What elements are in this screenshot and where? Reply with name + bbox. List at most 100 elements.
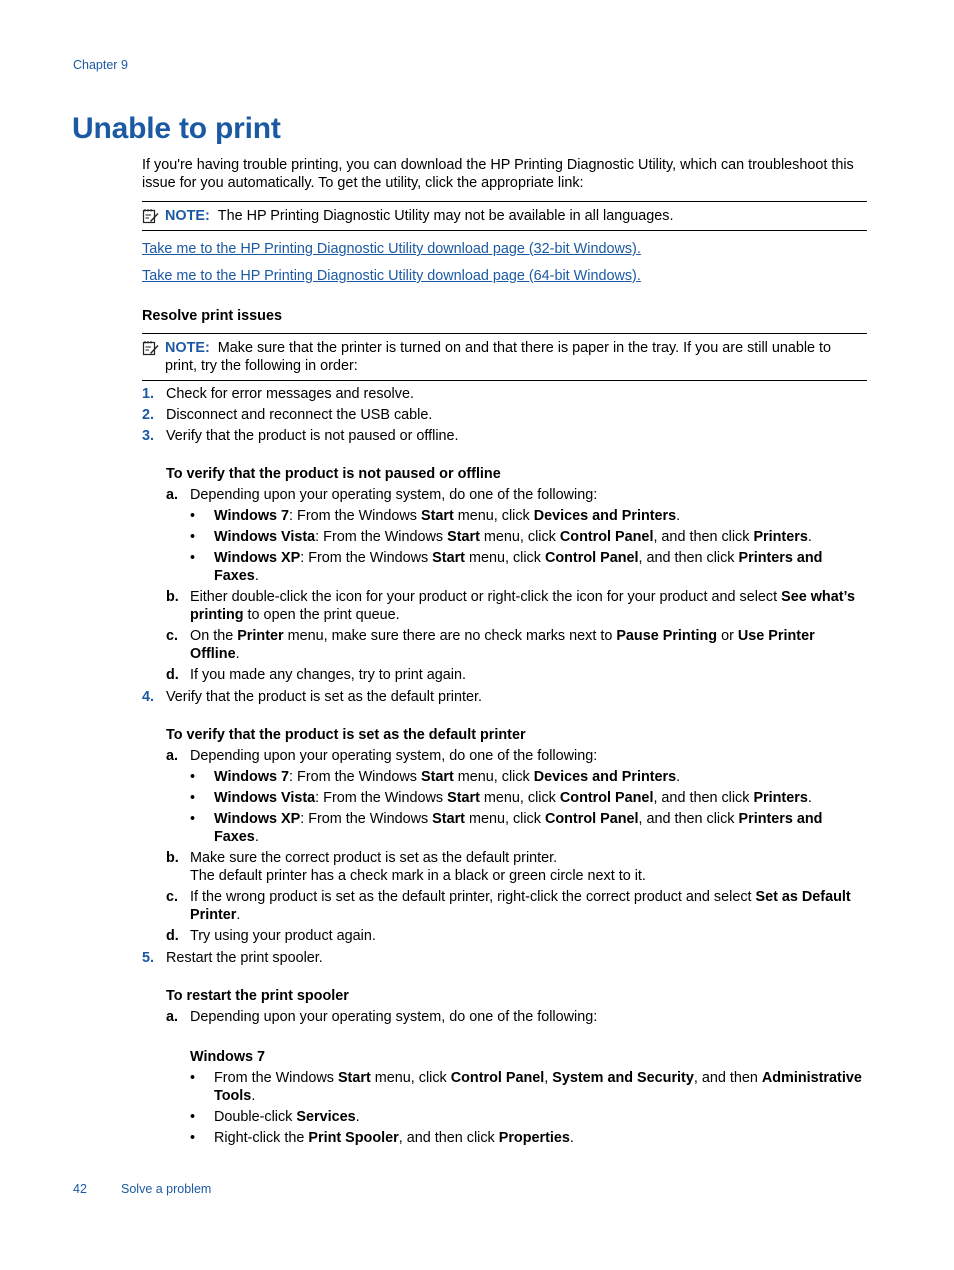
text-run: From the Windows (214, 1070, 338, 1086)
bold-term: Control Panel (450, 1070, 545, 1086)
bullet-item: • From the Windows Start menu, click Cont… (190, 1069, 867, 1105)
note-box: NOTE: Make sure that the printer is turne… (142, 333, 867, 381)
text-run: . (569, 1130, 574, 1146)
bold-term: Windows Vista (214, 529, 316, 545)
text-run: Double-click (214, 1109, 297, 1125)
procedure-heading: To verify that the product is not paused… (166, 466, 501, 482)
bold-term: Devices and Printers (533, 769, 677, 785)
step-item: 2. Disconnect and reconnect the USB cable… (142, 406, 867, 424)
procedure-default-printer: To verify that the product is set as the… (166, 726, 867, 945)
text-run: , and then click (638, 550, 739, 566)
text-run: , and then click (638, 811, 739, 827)
substep-letter: a. (166, 1009, 179, 1025)
text-run: : From the Windows (300, 811, 433, 827)
text-run: . (251, 1088, 256, 1104)
text-run: menu, click (370, 1070, 451, 1086)
download-link-32bit[interactable]: Take me to the HP Printing Diagnostic Ut… (142, 240, 867, 258)
note-icon (142, 209, 159, 224)
text-run: . (235, 646, 240, 662)
text-run: : From the Windows (315, 790, 448, 806)
step-text: Verify that the product is not paused or… (166, 428, 459, 444)
procedure-restart-spooler: To restart the print spooler a. Depending… (166, 987, 867, 1147)
bold-term: Services (296, 1109, 356, 1125)
bold-term: Control Panel (544, 811, 639, 827)
substep-c: c. On the Printer menu, make sure there a… (166, 627, 867, 663)
bold-term: Control Panel (559, 790, 654, 806)
bold-term: Printer (237, 628, 284, 644)
procedure-heading: To restart the print spooler (166, 988, 349, 1004)
os-bullet-list: • Windows 7 : From the Windows Start menu,… (190, 507, 867, 585)
step-number: 1. (142, 386, 155, 402)
substep-text: Try using your product again. (190, 928, 376, 944)
substep-letter: d. (166, 667, 179, 683)
steps-list: 4. Verify that the product is set as the … (142, 688, 867, 706)
substep-letter: b. (166, 589, 179, 605)
substep-d: d. If you made any changes, try to print … (166, 666, 867, 684)
substep-text: Depending upon your operating system, do… (190, 487, 598, 503)
note-label: NOTE: (165, 340, 210, 356)
bold-term: Properties (498, 1130, 570, 1146)
step-text: Disconnect and reconnect the USB cable. (166, 407, 433, 423)
bullet-icon: • (190, 790, 196, 806)
substep-text-2: The default printer has a check mark in … (190, 868, 646, 884)
text-run: . (355, 1109, 360, 1125)
substep-letter: c. (166, 889, 179, 905)
page-number: 42 (73, 1182, 87, 1196)
bullet-item: • Windows XP: From the Windows Start menu… (190, 549, 867, 585)
bold-term: System and Security (552, 1070, 694, 1086)
bold-term: Windows 7 (214, 769, 290, 785)
text-run: . (254, 568, 259, 584)
text-run: to open the print queue. (243, 607, 400, 623)
step-item: 4. Verify that the product is set as the … (142, 688, 867, 706)
substep-letter: c. (166, 628, 179, 644)
step-item: 3. Verify that the product is not paused … (142, 427, 867, 445)
chapter-header: Chapter 9 (73, 58, 128, 72)
bullet-icon: • (190, 550, 196, 566)
text-run: menu, click (479, 790, 560, 806)
bold-term: Print Spooler (308, 1130, 399, 1146)
main-content: If you're having trouble printing, you c… (142, 156, 867, 1147)
step-item: 1. Check for error messages and resolve. (142, 385, 867, 403)
bullet-icon: • (190, 1130, 196, 1146)
step-number: 5. (142, 950, 155, 966)
text-run: If the wrong product is set as the defau… (190, 889, 756, 905)
text-run: menu, click (464, 811, 545, 827)
procedure-not-paused: To verify that the product is not paused… (166, 465, 867, 684)
step-number: 2. (142, 407, 155, 423)
bold-term: Start (420, 508, 454, 524)
step-number: 4. (142, 689, 155, 705)
note-box: NOTE: The HP Printing Diagnostic Utility … (142, 201, 867, 231)
text-run: Right-click the (214, 1130, 309, 1146)
text-run: . (676, 508, 681, 524)
step-item: 5. Restart the print spooler. (142, 949, 867, 967)
os-bullet-list: • Windows 7: From the Windows Start menu,… (190, 768, 867, 846)
text-run: : From the Windows (315, 529, 448, 545)
substep-letter: b. (166, 850, 179, 866)
section-heading: Resolve print issues (142, 308, 282, 324)
bullet-item: • Windows Vista: From the Windows Start m… (190, 528, 867, 546)
substep-a: a. Depending upon your operating system, … (166, 1008, 867, 1147)
substep-a: a. Depending upon your operating system, … (166, 747, 867, 846)
substep-b: b. Either double-click the icon for your … (166, 588, 867, 624)
substep-text: Make sure the correct product is set as … (190, 850, 558, 866)
text-run: , and then click (398, 1130, 499, 1146)
substep-b: b. Make sure the correct product is set a… (166, 849, 867, 885)
text-run: . (254, 829, 259, 845)
step-text: Verify that the product is set as the de… (166, 689, 482, 705)
text-run: : From the Windows (289, 769, 421, 785)
download-link-64bit[interactable]: Take me to the HP Printing Diagnostic Ut… (142, 267, 867, 285)
text-run: On the (190, 628, 238, 644)
bold-term: Control Panel (559, 529, 654, 545)
note-icon (142, 341, 159, 356)
text-run: : From the Windows (300, 550, 433, 566)
intro-paragraph: If you're having trouble printing, you c… (142, 157, 854, 191)
text-run: . (807, 529, 812, 545)
bold-term: Windows XP (214, 811, 301, 827)
substep-text: Depending upon your operating system, do… (190, 1009, 598, 1025)
os-heading: Windows 7 (190, 1049, 266, 1065)
bold-term: Devices and Printers (533, 508, 677, 524)
text-run: menu, click (479, 529, 560, 545)
bullet-icon: • (190, 769, 196, 785)
text-run: , and then click (653, 790, 754, 806)
bold-term: Windows 7 (214, 508, 290, 524)
